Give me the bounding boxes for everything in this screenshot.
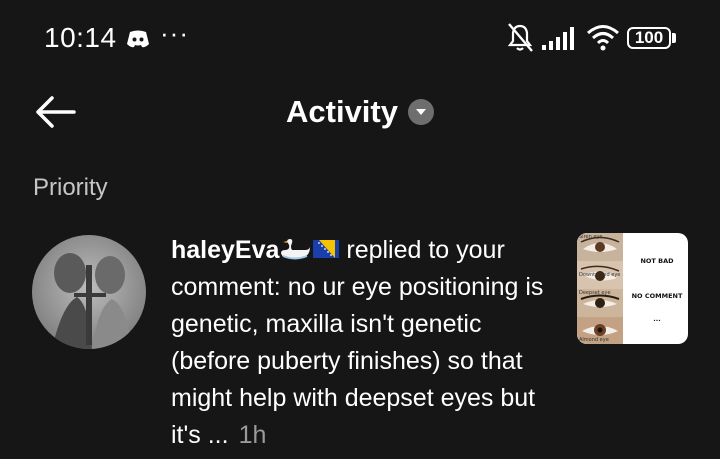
more-notifications-icon: ···: [160, 18, 189, 48]
post-thumbnail[interactable]: Siren eye Downturned eye Deepset eye Alm…: [577, 233, 688, 344]
page-title[interactable]: Activity: [286, 94, 398, 130]
thumbnail-label-1: Siren eye: [579, 234, 603, 240]
thumbnail-caption-2: NO COMMENT: [631, 292, 683, 300]
chevron-down-icon[interactable]: [407, 99, 434, 125]
notification-text[interactable]: haleyEva replied to your comment: no ur …: [171, 232, 566, 454]
thumbnail-eye-4: Almond eye: [577, 317, 623, 344]
thumbnail-label-2: Downturned eye: [579, 272, 621, 278]
thumbnail-caption-1: NOT BAD: [640, 257, 674, 265]
mute-icon: [507, 23, 533, 52]
battery-icon: 100: [627, 27, 671, 49]
notification-time: 1h: [238, 421, 267, 449]
thumbnail-caption-3: ...: [653, 315, 661, 323]
thumbnail-eye-2: Downturned eye: [577, 261, 623, 291]
header: Activity: [0, 94, 720, 130]
wifi-icon: [587, 25, 619, 51]
notification-username[interactable]: haleyEva: [171, 236, 279, 264]
avatar[interactable]: [32, 235, 146, 349]
thumbnail-label-4: Almond eye: [579, 337, 609, 343]
bosnia-flag-emoji: [313, 240, 340, 258]
battery-level: 100: [634, 28, 664, 47]
status-time: 10:14: [44, 22, 117, 53]
swan-emoji: [281, 239, 311, 260]
notification-message: replied to your comment: no ur eye posit…: [171, 236, 544, 449]
thumbnail-eye-3: Deepset eye: [577, 289, 623, 319]
signal-icon: [542, 27, 574, 50]
status-bar: 10:14 ··· 100: [0, 0, 720, 80]
section-label-priority: Priority: [33, 174, 108, 201]
discord-icon: [127, 30, 149, 48]
thumbnail-label-3: Deepset eye: [579, 290, 611, 296]
battery-tip: [672, 33, 676, 43]
thumbnail-eye-1: Siren eye: [577, 233, 623, 263]
